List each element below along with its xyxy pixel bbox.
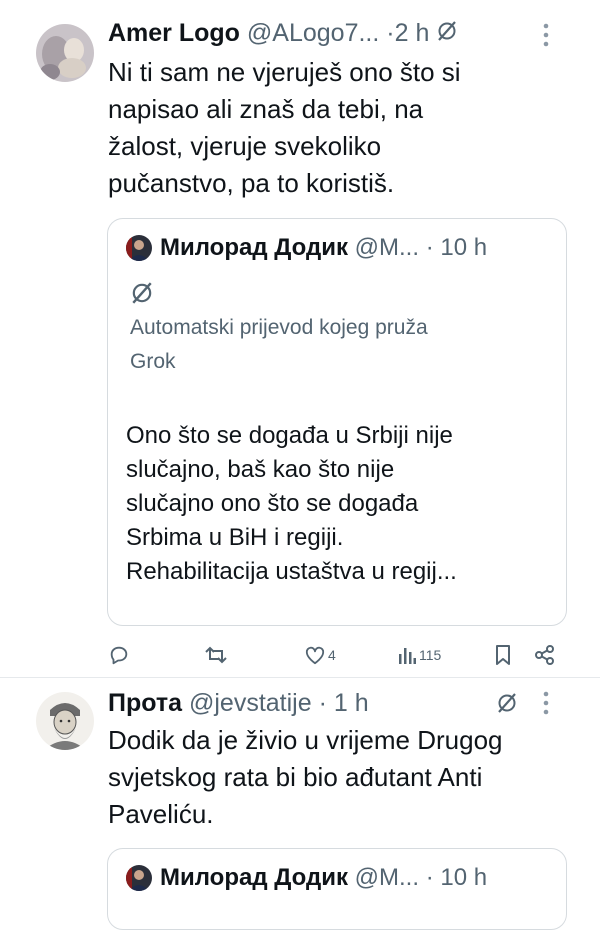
quoted-tweet[interactable]: Милорад Додик @M... · 10 h bbox=[107, 848, 567, 930]
quoted-author-name: Милорад Додик bbox=[160, 234, 348, 261]
views-icon bbox=[398, 645, 416, 665]
separator-dot: · bbox=[318, 689, 327, 717]
quoted-text-line: Rehabilitacija ustaštva u regij... bbox=[126, 558, 457, 585]
separator-dot: · bbox=[425, 864, 434, 891]
share-icon bbox=[534, 644, 556, 666]
retweet-icon bbox=[204, 644, 228, 666]
avatar-image bbox=[36, 24, 94, 82]
quoted-text-line: Srbima u BiH i regiji. bbox=[126, 524, 344, 551]
tweet-1[interactable]: Amer Logo @ALogo7... ·2 h Ni ti sam ne v… bbox=[0, 0, 600, 675]
quoted-text-line: Ono što se događa u Srbiji nije bbox=[126, 422, 453, 449]
heart-icon bbox=[304, 645, 326, 665]
quoted-text: Ono što se događa u Srbiji nije slučajno… bbox=[126, 419, 556, 589]
tweet-header: Прота @jevstatije · 1 h bbox=[108, 686, 369, 720]
quoted-author-handle: @M... bbox=[354, 864, 420, 891]
share-button[interactable] bbox=[534, 640, 556, 670]
reply-button[interactable] bbox=[108, 640, 130, 670]
author-handle[interactable]: @jevstatije bbox=[189, 689, 312, 717]
grok-icon bbox=[130, 281, 154, 310]
grok-icon bbox=[496, 692, 518, 719]
separator-dot: · bbox=[425, 234, 434, 261]
tweet-text-line: Ni ti sam ne vjeruješ ono što si bbox=[108, 57, 461, 87]
author-name[interactable]: Amer Logo bbox=[108, 19, 240, 47]
timestamp[interactable]: 1 h bbox=[334, 689, 369, 717]
separator-dot: · bbox=[386, 19, 395, 47]
quoted-tweet[interactable]: Милорад Додик @M... · 10 h Automatski pr… bbox=[107, 218, 567, 626]
quoted-header: Милорад Додик @M... · 10 h bbox=[160, 233, 487, 263]
tweet-text-line: Paveliću. bbox=[108, 799, 214, 829]
quoted-text-line: slučajno, baš kao što nije bbox=[126, 456, 395, 483]
views-count: 115 bbox=[419, 647, 442, 663]
more-dots-icon[interactable] bbox=[542, 22, 550, 54]
timestamp[interactable]: 2 h bbox=[395, 19, 430, 47]
quoted-timestamp: 10 h bbox=[440, 864, 488, 891]
quoted-timestamp: 10 h bbox=[440, 234, 488, 261]
avatar[interactable] bbox=[36, 24, 94, 82]
tweet-text: Dodik da je živio u vrijeme Drugog svjet… bbox=[108, 722, 578, 833]
tweet-text-line: pučanstvo, pa to koristiš. bbox=[108, 168, 395, 198]
bookmark-icon bbox=[494, 644, 512, 666]
quoted-author-name: Милорад Додик bbox=[160, 864, 348, 891]
tweet-text-line: svjetskog rata bi bio ađutant Anti bbox=[108, 762, 483, 792]
quoted-text-line: slučajno ono što se događa bbox=[126, 490, 419, 517]
tweet-text-line: žalost, vjeruje svekoliko bbox=[108, 131, 382, 161]
tweet-text-line: napisao ali znaš da tebi, na bbox=[108, 94, 424, 124]
retweet-button[interactable] bbox=[204, 640, 228, 670]
quoted-avatar bbox=[126, 235, 152, 261]
quoted-header: Милорад Додик @M... · 10 h bbox=[160, 863, 487, 893]
views-button[interactable]: 115 bbox=[398, 640, 441, 670]
author-handle[interactable]: @ALogo7... bbox=[247, 19, 379, 47]
avatar[interactable] bbox=[36, 692, 94, 750]
tweet-2[interactable]: Прота @jevstatije · 1 h Dodik da je živi… bbox=[0, 678, 600, 930]
author-name[interactable]: Прота bbox=[108, 689, 182, 717]
grok-icon bbox=[436, 17, 458, 51]
translation-label[interactable]: Automatski prijevod kojeg pruža Grok bbox=[130, 311, 550, 379]
bookmark-button[interactable] bbox=[494, 640, 512, 670]
like-button[interactable]: 4 bbox=[304, 640, 336, 670]
translation-label-line: Grok bbox=[130, 350, 176, 373]
reply-icon bbox=[108, 644, 130, 666]
tweet-header: Amer Logo @ALogo7... ·2 h bbox=[108, 16, 458, 51]
tweet-actions: 4 115 bbox=[108, 640, 558, 670]
more-dots-icon[interactable] bbox=[542, 690, 550, 722]
tweet-text-line: Dodik da je živio u vrijeme Drugog bbox=[108, 725, 503, 755]
quoted-avatar bbox=[126, 865, 152, 891]
tweet-text: Ni ti sam ne vjeruješ ono što si napisao… bbox=[108, 54, 578, 202]
translation-label-line: Automatski prijevod kojeg pruža bbox=[130, 316, 428, 339]
like-count: 4 bbox=[328, 647, 336, 663]
quoted-author-handle: @M... bbox=[354, 234, 420, 261]
avatar-image bbox=[36, 692, 94, 750]
